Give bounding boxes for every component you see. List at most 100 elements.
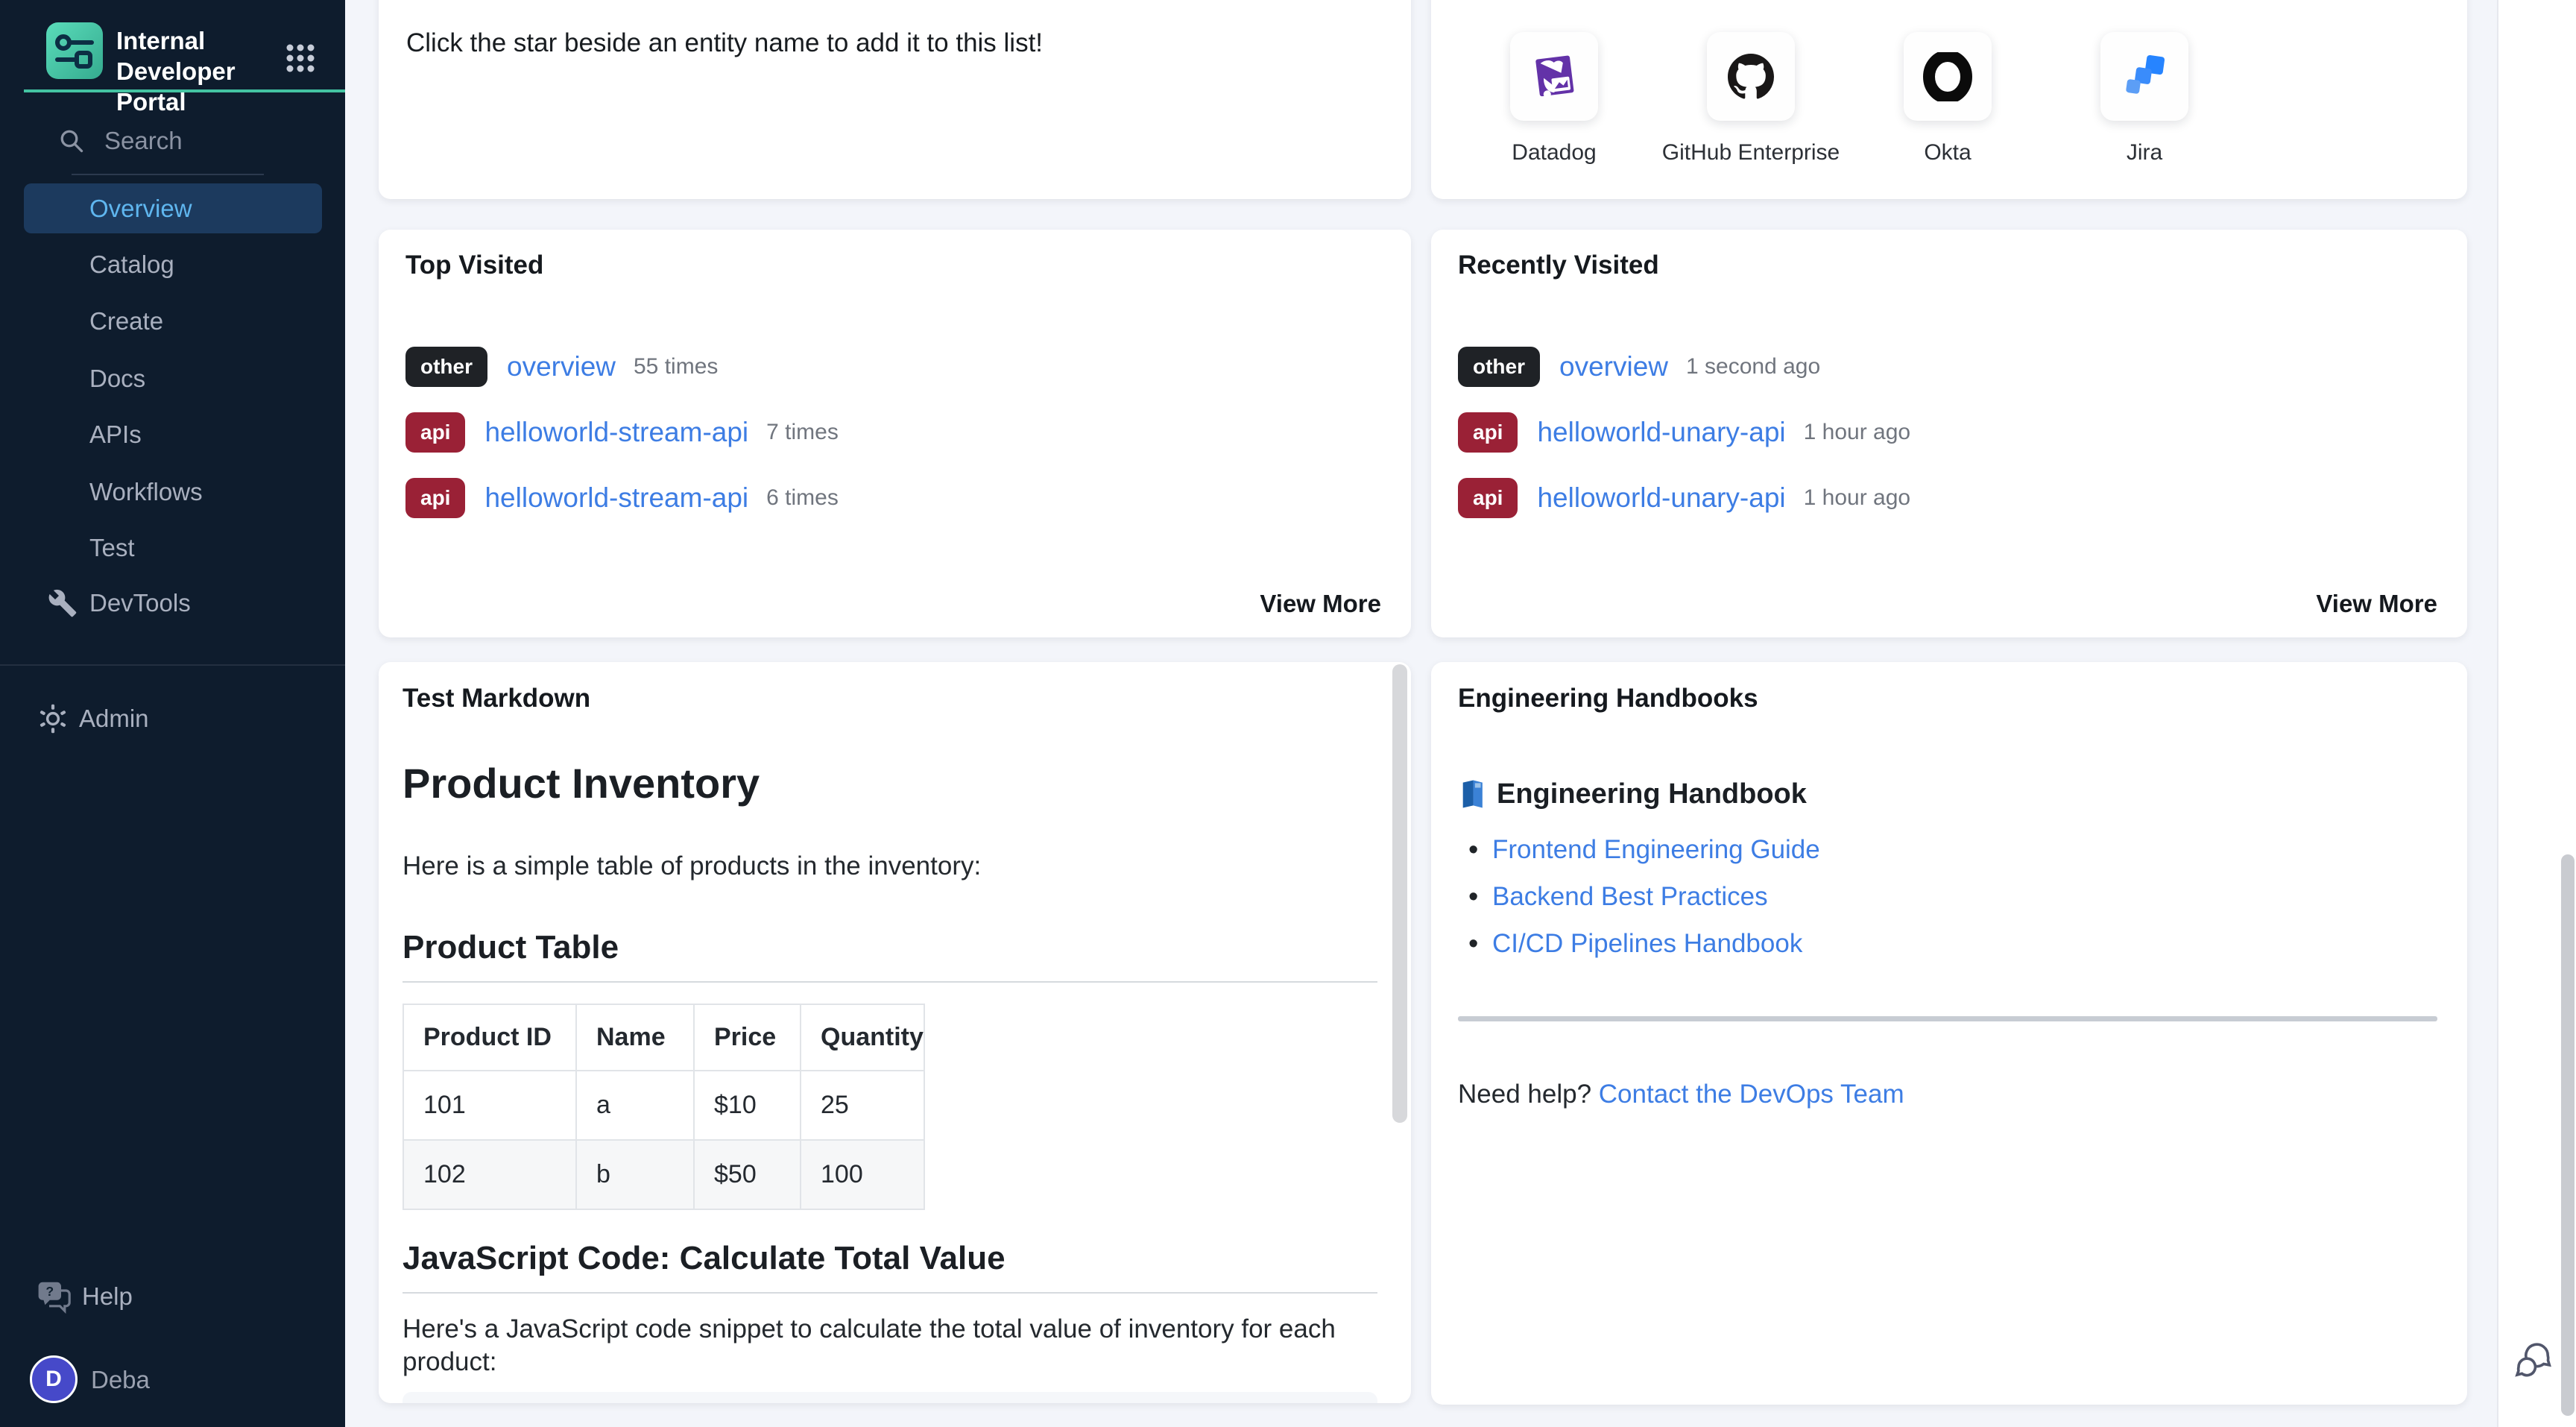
test-markdown-card: Test Markdown Product Inventory Here is …: [379, 662, 1411, 1403]
starred-entities-card: Click the star beside an entity name to …: [379, 0, 1411, 199]
search-input[interactable]: Search: [104, 127, 183, 155]
cell: $50: [694, 1140, 801, 1209]
visit-time: 1 hour ago: [1804, 420, 1910, 445]
visited-row: api helloworld-stream-api 7 times: [405, 412, 839, 453]
cell: b: [576, 1140, 694, 1209]
entity-link[interactable]: helloworld-stream-api: [484, 417, 748, 448]
chat-bubbles-icon[interactable]: [2513, 1341, 2555, 1385]
visit-count: 7 times: [766, 420, 839, 445]
table-header-row: Product ID Name Price Quantity: [403, 1004, 924, 1071]
integration-datadog[interactable]: Datadog: [1510, 32, 1598, 166]
markdown-h2-product-table: Product Table: [402, 929, 1377, 983]
sidebar-item-test[interactable]: Test: [89, 533, 135, 568]
sidebar-search[interactable]: Search: [58, 127, 183, 155]
view-more-button[interactable]: View More: [1260, 590, 1381, 618]
contact-devops-link[interactable]: Contact the DevOps Team: [1599, 1080, 1904, 1109]
markdown-h1: Product Inventory: [402, 760, 1377, 807]
visit-time: 1 second ago: [1686, 354, 1820, 379]
cell: 100: [801, 1140, 924, 1209]
col-header: Quantity: [801, 1004, 924, 1071]
wrench-icon: [48, 588, 78, 618]
markdown-h2-js-code: JavaScript Code: Calculate Total Value: [402, 1240, 1377, 1294]
kind-badge: other: [405, 347, 487, 387]
sidebar-item-create[interactable]: Create: [89, 306, 163, 341]
card-title: Test Markdown: [402, 683, 1377, 714]
cell: 101: [403, 1071, 576, 1140]
visit-time: 1 hour ago: [1804, 485, 1910, 511]
sidebar: Internal Developer Portal Search Overvie…: [0, 0, 345, 1427]
card-title: Top Visited: [405, 251, 543, 280]
list-item: Frontend Engineering Guide: [1458, 829, 2437, 876]
integrations-row: Datadog GitHub Enterprise Okta: [1431, 32, 2467, 166]
code-block: const products = [: [402, 1392, 1377, 1403]
portal-title: Internal Developer Portal: [116, 25, 277, 117]
table-row: 101 a $10 25: [403, 1071, 924, 1140]
kind-badge: api: [405, 412, 465, 453]
sidebar-item-catalog[interactable]: Catalog: [89, 250, 174, 285]
entity-link[interactable]: overview: [507, 351, 616, 382]
cell: $10: [694, 1071, 801, 1140]
page-scrollbar-thumb[interactable]: [2561, 854, 2575, 1416]
col-header: Name: [576, 1004, 694, 1071]
github-icon: [1707, 32, 1795, 121]
visited-row: api helloworld-unary-api 1 hour ago: [1458, 412, 1910, 453]
user-name[interactable]: Deba: [91, 1366, 150, 1394]
visited-row: other overview 55 times: [405, 346, 718, 388]
recently-visited-card: Recently Visited other overview 1 second…: [1431, 230, 2467, 637]
sidebar-item-workflows[interactable]: Workflows: [89, 477, 203, 512]
avatar[interactable]: D: [30, 1355, 78, 1403]
entity-link[interactable]: helloworld-unary-api: [1537, 417, 1785, 448]
cell: 102: [403, 1140, 576, 1209]
right-rail: [2497, 0, 2576, 1427]
datadog-icon: [1510, 32, 1598, 121]
integration-okta[interactable]: Okta: [1904, 32, 1992, 166]
handbook-link-backend[interactable]: Backend Best Practices: [1492, 882, 1768, 911]
divider: [1458, 1016, 2437, 1021]
apps-grid-icon[interactable]: [284, 42, 317, 78]
col-header: Product ID: [403, 1004, 576, 1071]
sidebar-item-apis[interactable]: APIs: [89, 420, 142, 455]
integration-label: Okta: [1924, 140, 1971, 166]
visited-row: api helloworld-unary-api 1 hour ago: [1458, 477, 1910, 519]
kind-badge: api: [1458, 478, 1518, 518]
svg-text:?: ?: [45, 1284, 54, 1299]
table-row: 102 b $50 100: [403, 1140, 924, 1209]
search-icon: [58, 127, 85, 154]
okta-icon: [1904, 32, 1992, 121]
card-scrollbar-thumb[interactable]: [1392, 664, 1407, 1123]
jira-icon: [2100, 32, 2188, 121]
sidebar-accent-divider: [24, 89, 345, 92]
portal-logo-icon[interactable]: [46, 22, 103, 79]
sidebar-item-help[interactable]: ? Help: [37, 1279, 133, 1314]
list-item: Backend Best Practices: [1458, 876, 2437, 923]
integration-label: Datadog: [1512, 140, 1596, 166]
entity-link[interactable]: helloworld-stream-api: [484, 482, 748, 514]
col-header: Price: [694, 1004, 801, 1071]
handbook-link-frontend[interactable]: Frontend Engineering Guide: [1492, 835, 1820, 864]
sidebar-item-overview[interactable]: Overview: [24, 183, 322, 233]
handbook-link-cicd[interactable]: CI/CD Pipelines Handbook: [1492, 929, 1802, 958]
sidebar-item-devtools[interactable]: DevTools: [48, 588, 191, 618]
sidebar-item-docs[interactable]: Docs: [89, 364, 145, 399]
kind-badge: api: [405, 478, 465, 518]
list-item: CI/CD Pipelines Handbook: [1458, 923, 2437, 970]
cell: 25: [801, 1071, 924, 1140]
sidebar-item-admin[interactable]: Admin: [37, 703, 149, 734]
starred-empty-message: Click the star beside an entity name to …: [406, 28, 1043, 58]
view-more-button[interactable]: View More: [2316, 590, 2437, 618]
card-title: Engineering Handbooks: [1458, 683, 2437, 714]
integration-label: GitHub Enterprise: [1662, 140, 1840, 166]
engineering-handbooks-card: Engineering Handbooks Engineering Handbo…: [1431, 662, 2467, 1405]
blue-book-icon: [1458, 779, 1486, 809]
integration-github[interactable]: GitHub Enterprise: [1707, 32, 1795, 166]
entity-link[interactable]: overview: [1559, 351, 1668, 382]
help-text: Need help? Contact the DevOps Team: [1458, 1080, 2437, 1109]
integration-jira[interactable]: Jira: [2100, 32, 2188, 166]
top-visited-card: Top Visited other overview 55 times api …: [379, 230, 1411, 637]
entity-link[interactable]: helloworld-unary-api: [1537, 482, 1785, 514]
integrations-card: Datadog GitHub Enterprise Okta: [1431, 0, 2467, 199]
kind-badge: other: [1458, 347, 1540, 387]
kind-badge: api: [1458, 412, 1518, 453]
card-title: Recently Visited: [1458, 251, 1659, 280]
gear-icon: [37, 703, 69, 734]
